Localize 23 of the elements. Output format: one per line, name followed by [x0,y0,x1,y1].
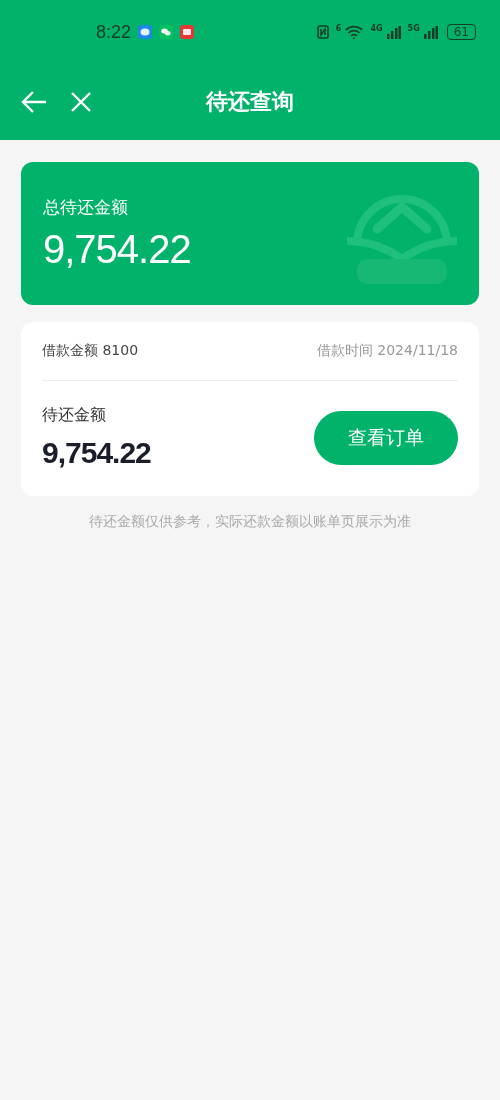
due-amount: 9,754.22 [42,436,151,470]
summary-amount: 9,754.22 [43,226,191,272]
message-app-icon [138,25,153,39]
disclaimer-text: 待还金额仅供参考，实际还款金额以账单页展示为准 [88,513,412,531]
wifi-icon [345,25,364,39]
nfc-icon [316,25,329,39]
view-order-button[interactable]: 查看订单 [314,410,458,465]
mail-app-icon [180,25,195,39]
summary-label: 总待还金额 [43,195,129,219]
status-time: 8:22 [96,21,132,43]
signal-icon [423,25,438,39]
close-icon[interactable] [70,91,92,113]
chat-app-icon [159,25,174,39]
signal-icon [386,25,401,39]
loan-date: 借款时间 2024/11/18 [316,342,458,360]
back-icon[interactable] [20,90,48,114]
due-label: 待还金额 [42,405,107,426]
page-title: 待还查询 [206,88,294,116]
network-label: 4G [370,23,383,33]
loan-amount: 借款金额 8100 [42,342,139,360]
network-label: 5G [407,23,420,33]
wifi-label: 6 [335,23,342,33]
battery-indicator: 61 [446,24,476,40]
